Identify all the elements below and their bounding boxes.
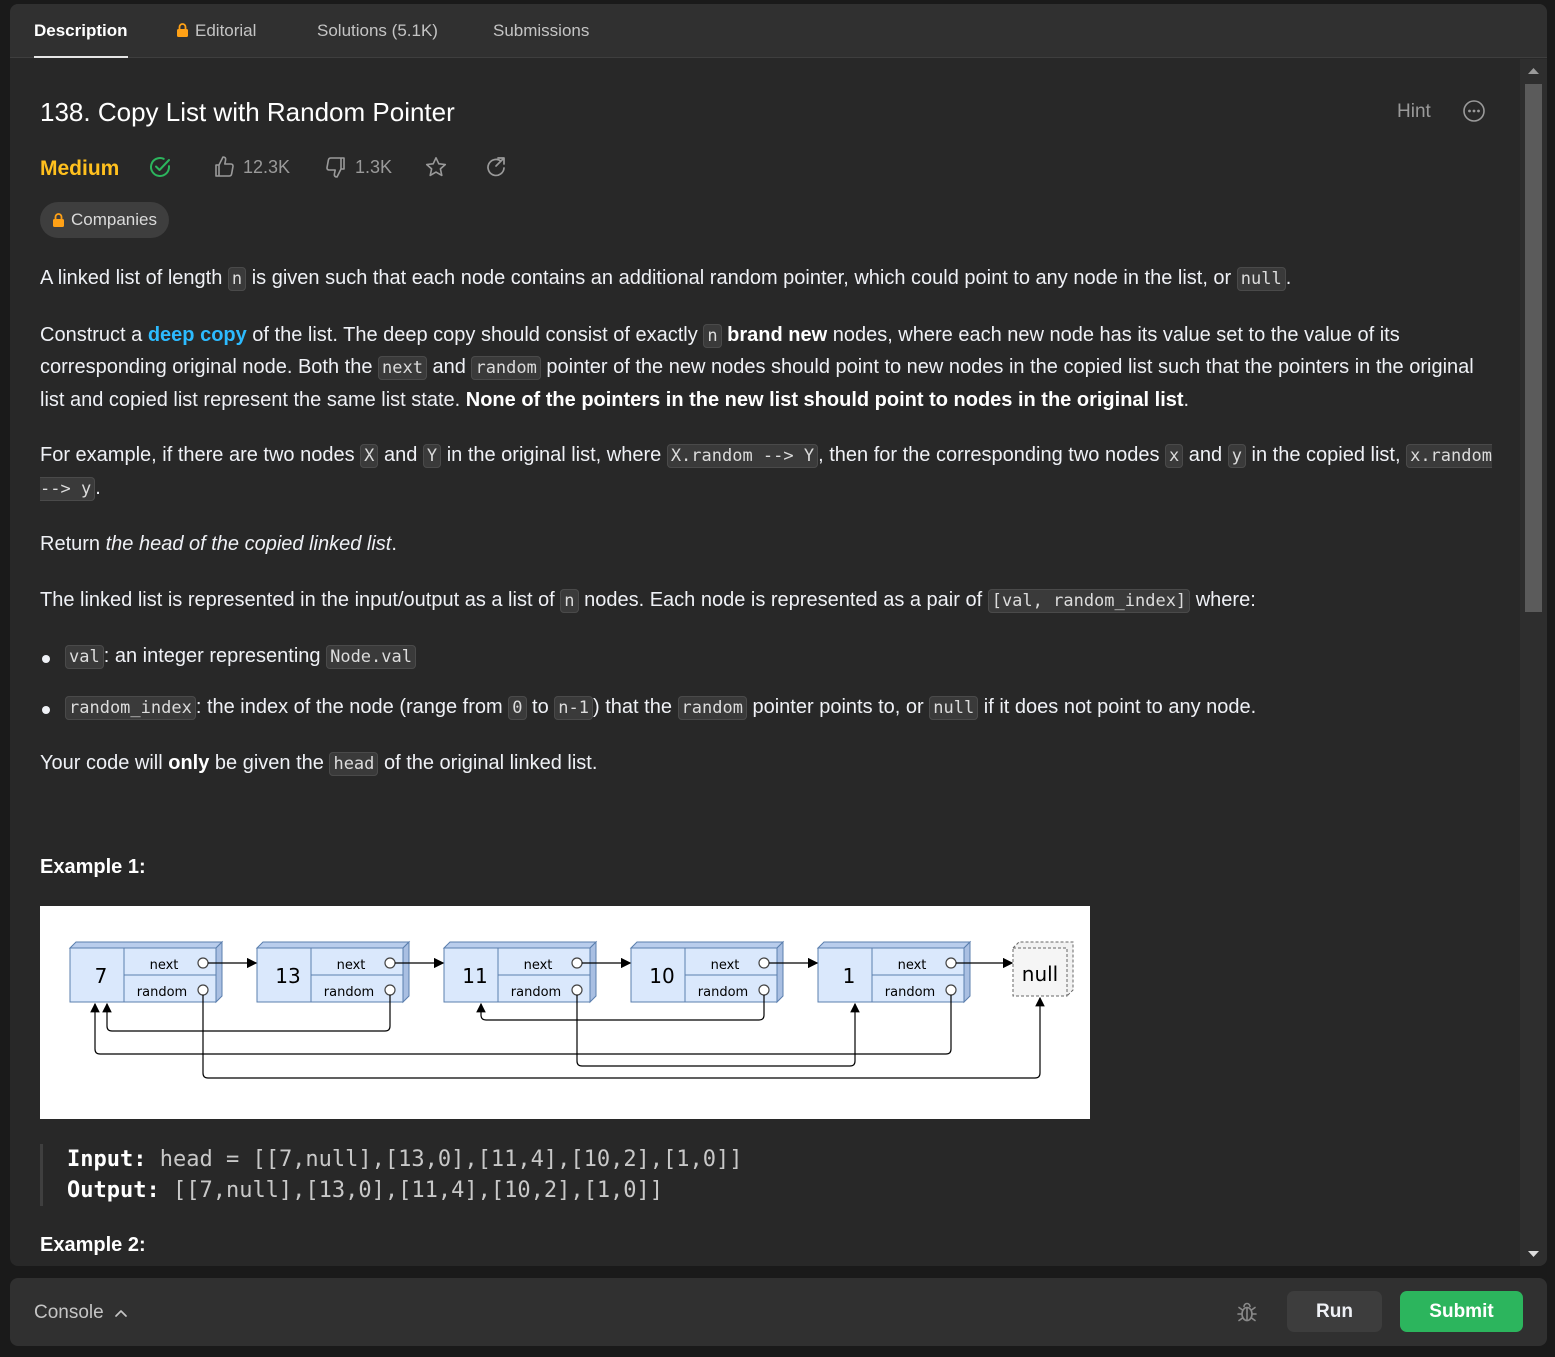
node-value: 13 [275, 964, 300, 988]
node-random-label: random [885, 985, 935, 1000]
node-value: 1 [843, 964, 856, 988]
problem-title[interactable]: 138. Copy List with Random Pointer [40, 97, 455, 128]
lock-icon [177, 23, 188, 37]
null-label: null [1022, 962, 1058, 986]
problem-meta: Medium 12.3K 1.3K [40, 155, 740, 185]
thumbs-up-icon [215, 156, 234, 177]
share-icon [487, 157, 505, 177]
description-paragraph: Your code will only be given the head of… [40, 752, 598, 776]
example-input: Input: head = [[7,null],[13,0],[11,4],[1… [67, 1147, 743, 1172]
description-paragraph: Construct a deep copy of the list. The d… [40, 323, 1474, 411]
solved-check-icon [150, 157, 170, 177]
node-next-label: next [337, 958, 366, 973]
list-item: val: an integer representing Node.val [40, 641, 1500, 674]
tab-description[interactable]: Description [34, 21, 128, 58]
node-value: 11 [462, 964, 487, 988]
node-value: 10 [649, 964, 674, 988]
node-next-label: next [711, 958, 740, 973]
star-icon [425, 157, 447, 177]
next-pointer-dot [197, 957, 209, 969]
tab-solutions[interactable]: Solutions (5.1K) [317, 21, 438, 58]
description-scrollbar[interactable] [1520, 59, 1547, 1266]
list-node: 10 next random [629, 940, 785, 1004]
random-arrow [576, 995, 860, 1067]
tab-bar: Description Editorial Solutions (5.1K) S… [10, 4, 1547, 58]
submit-button[interactable]: Submit [1400, 1291, 1523, 1332]
description-paragraph: Return the head of the copied linked lis… [40, 533, 397, 555]
example-1-title: Example 1: [40, 856, 146, 878]
tab-submissions[interactable]: Submissions [493, 21, 589, 58]
example-2-title: Example 2: [40, 1234, 146, 1256]
difficulty-badge: Medium [40, 157, 120, 180]
description-scroll-area[interactable]: 138. Copy List with Random Pointer Hint … [10, 59, 1520, 1266]
lock-icon [53, 213, 64, 227]
random-pointer-dot [571, 984, 583, 996]
description-paragraph: A linked list of length n is given such … [40, 267, 1292, 291]
node-random-label: random [137, 985, 187, 1000]
dislike-button[interactable]: 1.3K [324, 155, 392, 179]
node-random-label: random [511, 985, 561, 1000]
node-random-label: random [324, 985, 374, 1000]
more-options-icon[interactable] [1462, 99, 1486, 123]
list-node: 13 next random [255, 940, 411, 1004]
node-next-label: next [524, 958, 553, 973]
like-button[interactable]: 12.3K [212, 155, 290, 179]
random-pointer-dot [197, 984, 209, 996]
description-paragraph: For example, if there are two nodes X an… [40, 444, 1492, 501]
tab-editorial[interactable]: Editorial [176, 21, 256, 58]
random-pointer-dot [945, 984, 957, 996]
linked-list-diagram: 7 next random 13 next random 11 next random 10 nex… [68, 940, 1074, 1079]
node-next-label: next [150, 958, 179, 973]
debug-icon[interactable] [1235, 1300, 1259, 1324]
scroll-down-icon[interactable] [1527, 1250, 1540, 1258]
console-toggle[interactable]: Console [34, 1302, 129, 1324]
list-node: 7 next random [68, 940, 224, 1004]
solved-indicator [148, 155, 179, 179]
null-node: null [1012, 941, 1074, 997]
list-node: 1 next random [816, 940, 972, 1004]
node-value: 7 [95, 964, 108, 988]
random-pointer-dot [384, 984, 396, 996]
description-paragraph: The linked list is represented in the in… [40, 588, 1256, 613]
run-button[interactable]: Run [1287, 1291, 1382, 1332]
share-button[interactable] [484, 155, 515, 179]
format-list: val: an integer representing Node.val ra… [40, 641, 1500, 724]
list-node: 11 next random [442, 940, 598, 1004]
scroll-thumb[interactable] [1525, 84, 1542, 612]
next-pointer-dot [384, 957, 396, 969]
next-pointer-dot [571, 957, 583, 969]
random-arrow [90, 995, 952, 1055]
node-random-label: random [698, 985, 748, 1000]
favorite-button[interactable] [424, 155, 455, 179]
console-bar: Console Run Submit [10, 1278, 1547, 1346]
description-panel: Description Editorial Solutions (5.1K) S… [10, 4, 1547, 1266]
node-next-label: next [898, 958, 927, 973]
scroll-up-icon[interactable] [1527, 67, 1540, 75]
example-1-io: Input: head = [[7,null],[13,0],[11,4],[1… [40, 1144, 940, 1206]
list-item: random_index: the index of the node (ran… [40, 692, 1500, 725]
next-pointer-dot [945, 957, 957, 969]
example-output: Output: [[7,null],[13,0],[11,4],[10,2],[… [67, 1178, 664, 1203]
companies-tag[interactable]: Companies [40, 202, 169, 238]
problem-description: A linked list of length n is given such … [40, 263, 1500, 805]
example-1-diagram: 7 next random 13 next random 11 next random 10 nex… [40, 906, 1090, 1119]
deep-copy-link[interactable]: deep copy [148, 324, 247, 346]
next-pointer-dot [758, 957, 770, 969]
thumbs-down-icon [326, 157, 345, 178]
random-pointer-dot [758, 984, 770, 996]
chevron-up-icon [114, 1310, 127, 1317]
hint-button[interactable]: Hint [1397, 101, 1431, 123]
